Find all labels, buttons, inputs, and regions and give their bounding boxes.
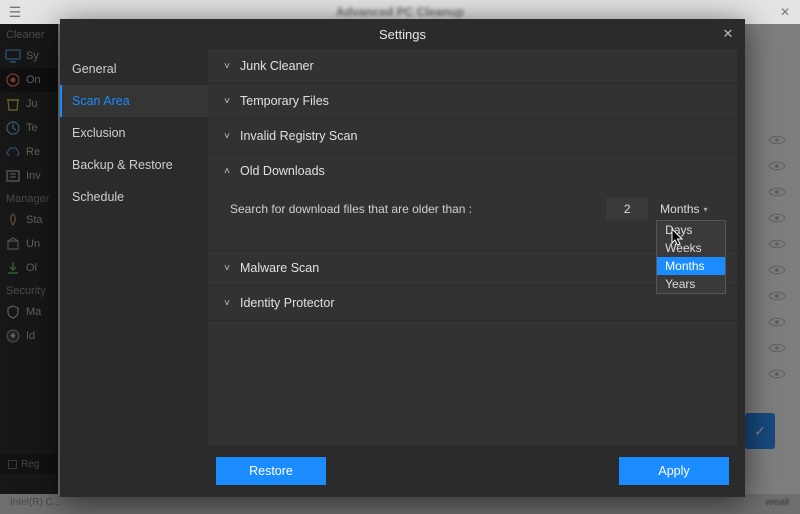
nav-item-general[interactable]: General <box>60 53 208 85</box>
accordion-old-downloads: ˄ Old Downloads Search for download file… <box>208 154 737 251</box>
settings-panel: ˅ Junk Cleaner ˅ Temporary Files ˅ Inval… <box>208 49 737 445</box>
nav-item-schedule[interactable]: Schedule <box>60 181 208 213</box>
unit-option-weeks[interactable]: Weeks <box>657 239 725 257</box>
settings-nav: General Scan Area Exclusion Backup & Res… <box>60 49 208 497</box>
unit-option-months[interactable]: Months <box>657 257 725 275</box>
accordion-header[interactable]: ˄ Old Downloads <box>208 154 737 188</box>
chevron-up-icon: ˄ <box>222 166 232 177</box>
modal-footer: Restore Apply <box>208 451 737 491</box>
settings-modal: Settings ✕ General Scan Area Exclusion B… <box>60 19 745 497</box>
age-value-input[interactable] <box>606 198 648 220</box>
unit-selected: Months <box>660 202 699 216</box>
restore-button[interactable]: Restore <box>216 457 326 485</box>
accordion-label: Junk Cleaner <box>240 59 314 73</box>
caret-down-icon: ▾ <box>704 205 708 214</box>
chevron-down-icon: ˅ <box>222 61 232 72</box>
accordion-invalid-registry: ˅ Invalid Registry Scan <box>208 119 737 154</box>
accordion-label: Identity Protector <box>240 296 335 310</box>
nav-item-exclusion[interactable]: Exclusion <box>60 117 208 149</box>
accordion-label: Malware Scan <box>240 261 319 275</box>
accordion-temporary-files: ˅ Temporary Files <box>208 84 737 119</box>
unit-option-years[interactable]: Years <box>657 275 725 293</box>
accordion-label: Temporary Files <box>240 94 329 108</box>
apply-button[interactable]: Apply <box>619 457 729 485</box>
old-downloads-desc: Search for download files that are older… <box>230 202 472 216</box>
unit-dropdown: Days Weeks Months Years <box>656 220 726 294</box>
accordion-label: Invalid Registry Scan <box>240 129 357 143</box>
accordion-junk-cleaner: ˅ Junk Cleaner <box>208 49 737 84</box>
close-icon[interactable]: ✕ <box>719 25 737 43</box>
accordion-header[interactable]: ˅ Temporary Files <box>208 84 737 118</box>
chevron-down-icon: ˅ <box>222 298 232 309</box>
window-close-icon[interactable]: ✕ <box>770 5 800 19</box>
nav-item-scan-area[interactable]: Scan Area <box>60 85 208 117</box>
modal-header: Settings ✕ <box>60 19 745 49</box>
accordion-label: Old Downloads <box>240 164 325 178</box>
chevron-down-icon: ˅ <box>222 96 232 107</box>
unit-option-days[interactable]: Days <box>657 221 725 239</box>
chevron-down-icon: ˅ <box>222 263 232 274</box>
nav-item-backup-restore[interactable]: Backup & Restore <box>60 149 208 181</box>
accordion-header[interactable]: ˅ Junk Cleaner <box>208 49 737 83</box>
hamburger-icon[interactable]: ☰ <box>0 4 30 21</box>
accordion-body: Search for download files that are older… <box>208 188 737 250</box>
age-unit-select[interactable]: Months ▾ Days Weeks Months Years <box>660 202 715 216</box>
accordion-header[interactable]: ˅ Invalid Registry Scan <box>208 119 737 153</box>
chevron-down-icon: ˅ <box>222 131 232 142</box>
app-title: Advanced PC Cleanup <box>30 5 770 19</box>
modal-title: Settings <box>379 27 426 42</box>
